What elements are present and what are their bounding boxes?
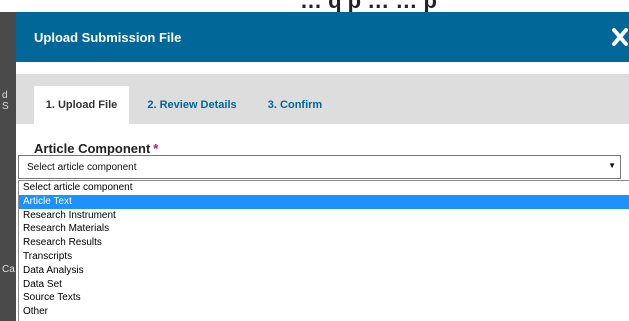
background-page: … q p … … p (0, 0, 629, 12)
article-component-dropdown-list: Select article component Article Text Re… (18, 180, 629, 321)
dropdown-option-research-results[interactable]: Research Results (19, 236, 629, 250)
dropdown-option-data-analysis[interactable]: Data Analysis (19, 264, 629, 278)
dropdown-option-research-materials[interactable]: Research Materials (19, 222, 629, 236)
dropdown-option-transcripts[interactable]: Transcripts (19, 250, 629, 264)
article-component-label: Article Component * (34, 141, 158, 156)
close-icon[interactable] (610, 25, 629, 49)
dropdown-option-select[interactable]: Select article component (19, 181, 629, 195)
tab-upload-file[interactable]: 1. Upload File (34, 86, 129, 124)
dropdown-option-data-set[interactable]: Data Set (19, 278, 629, 292)
article-component-label-text: Article Component (34, 141, 151, 156)
select-current-value: Select article component (27, 162, 137, 173)
dropdown-option-other[interactable]: Other (19, 305, 629, 319)
background-left-strip: d S Ca (0, 12, 16, 321)
dropdown-option-article-text[interactable]: Article Text (19, 194, 629, 209)
tabs-bar: 1. Upload File 2. Review Details 3. Conf… (16, 74, 629, 124)
modal-title: Upload Submission File (34, 30, 182, 45)
dropdown-arrow-icon: ▼ (608, 161, 616, 170)
modal-header: Upload Submission File (16, 12, 629, 62)
required-marker: * (153, 141, 159, 156)
tab-confirm[interactable]: 3. Confirm (256, 86, 334, 124)
background-text-fragment: … q p … … p (300, 0, 437, 12)
background-fragment: d S (2, 90, 9, 112)
article-component-select[interactable]: Select article component ▼ (18, 155, 621, 179)
tab-review-details[interactable]: 2. Review Details (136, 86, 248, 124)
dropdown-option-research-instrument[interactable]: Research Instrument (19, 209, 629, 223)
dropdown-option-source-texts[interactable]: Source Texts (19, 291, 629, 305)
background-fragment: Ca (2, 264, 15, 275)
